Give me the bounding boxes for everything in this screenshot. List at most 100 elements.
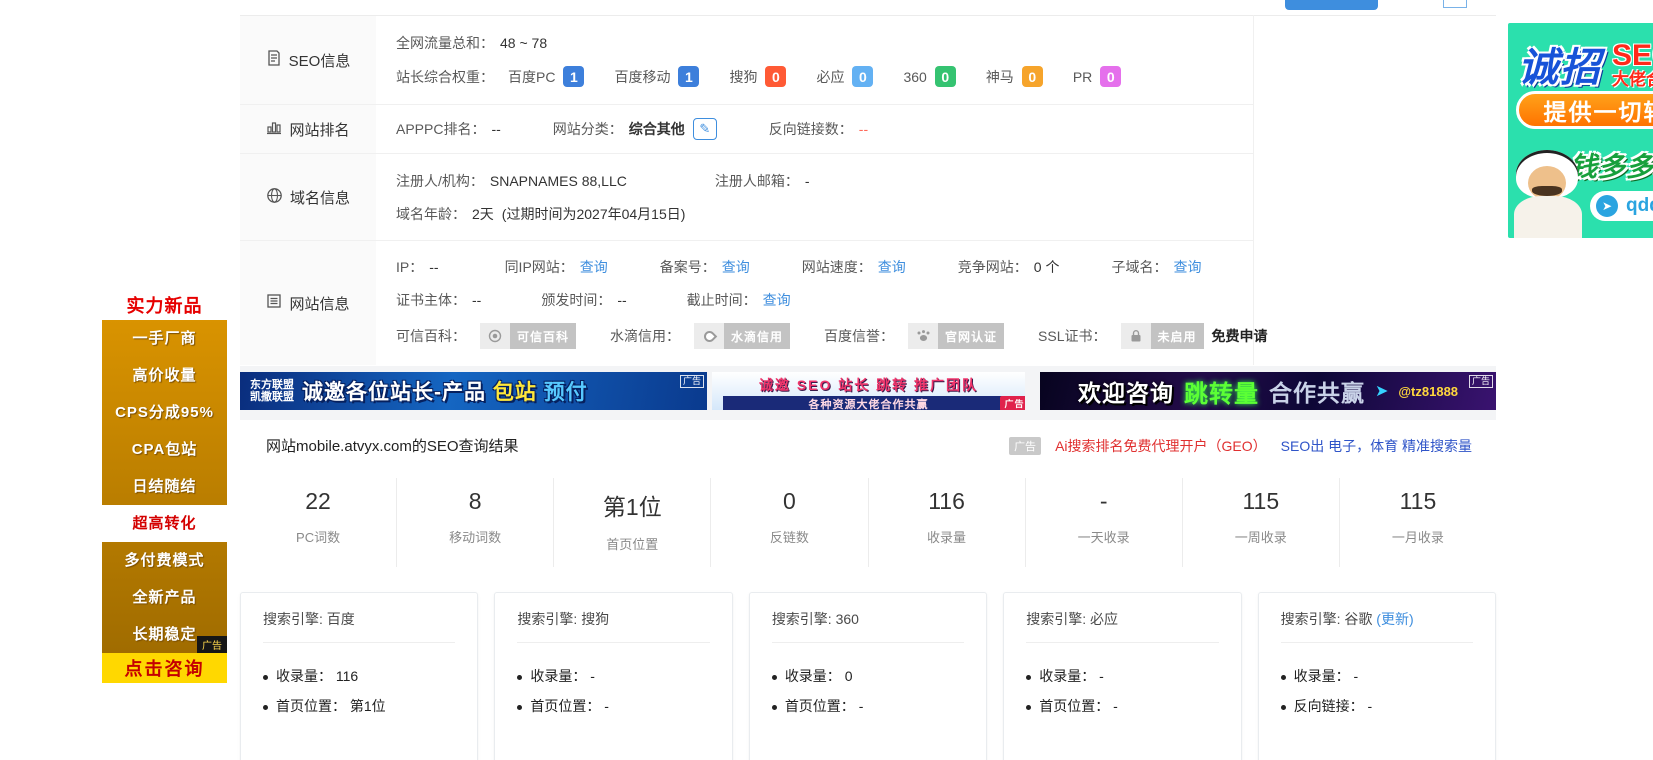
apppc-rank-label: APPPC排名： [396, 119, 485, 139]
site-rank-label: 网站排名 [240, 105, 376, 153]
weight-shenma[interactable]: 神马0 [986, 66, 1043, 87]
traffic-label: 全网流量总和： [396, 33, 494, 53]
stat-indexed: 116收录量 [868, 478, 1025, 567]
subdomain-query-link[interactable]: 查询 [1173, 257, 1201, 277]
sidebar-ad-cta[interactable]: 点击咨询 [102, 653, 227, 683]
cert-subject-label: 证书主体： [396, 290, 466, 310]
ssl-free-apply-link[interactable]: 免费申请 [1212, 326, 1268, 346]
same-ip-query-link[interactable]: 查询 [580, 257, 608, 277]
baike-badge[interactable]: 可信百科 [480, 323, 576, 349]
weight-pr[interactable]: PR0 [1073, 66, 1121, 87]
sidebar-ad-item[interactable]: CPA包站 [102, 431, 227, 468]
banner-main-text: 诚邀各位站长-产品 [302, 381, 486, 404]
inline-ad-link-red[interactable]: Ai搜索排名免费代理开户（GEO） [1055, 436, 1267, 456]
card-stat-row: 首页位置： - [1026, 691, 1218, 721]
sidebar-ad-item[interactable]: 全新产品 [102, 579, 227, 616]
weight-baidu-mobile[interactable]: 百度移动1 [614, 66, 699, 87]
water-drop-icon [694, 323, 724, 349]
update-link[interactable]: (更新) [1376, 611, 1413, 627]
registrant-email-label: 注册人邮箱： [715, 171, 799, 191]
engine-name: 搜狗 [581, 611, 609, 627]
category-label: 网站分类： [553, 119, 623, 139]
backlink-count-label: 反向链接数： [769, 119, 853, 139]
card-stat-row: 首页位置： - [772, 691, 964, 721]
weight-360[interactable]: 3600 [903, 66, 955, 87]
engine-name: 必应 [1090, 611, 1118, 627]
cutoff-blue-button[interactable] [1285, 0, 1378, 10]
banner-ad-seo-team[interactable]: 诚邀 SEO 站长 跳转 推广团队 各种资源大佬合作共赢 广告 [712, 372, 1025, 410]
sidebar-ad-item[interactable]: CPS分成95% [102, 394, 227, 431]
telegram-plane-icon: ➤ [1375, 381, 1388, 401]
sidebar-ad-item[interactable]: 多付费模式 [102, 542, 227, 579]
stats-row: 22PC词数 8移动词数 第1位首页位置 0反链数 116收录量 -一天收录 1… [240, 478, 1496, 567]
banner-alliance-name: 东方联盟 [250, 379, 294, 391]
paw-icon [908, 323, 938, 349]
seo-info-label: SEO信息 [240, 16, 376, 104]
speed-label: 网站速度： [802, 257, 872, 277]
ad-tag: 广告 [197, 636, 227, 653]
ssl-label: SSL证书： [1038, 326, 1106, 346]
globe-icon [266, 187, 283, 208]
row-label-text: 域名信息 [290, 187, 350, 208]
card-stat-row: 首页位置： - [517, 691, 709, 721]
water-credit-badge[interactable]: 水滴信用 [694, 323, 790, 349]
engine-card-google: 搜索引擎: 谷歌 (更新) 收录量： - 反向链接： - [1258, 592, 1496, 760]
icp-query-link[interactable]: 查询 [722, 257, 750, 277]
engine-card-baidu: 搜索引擎: 百度 收录量： 116 首页位置： 第1位 [240, 592, 478, 760]
ip-label: IP： [396, 257, 423, 277]
row-label-text: SEO信息 [289, 50, 351, 71]
ip-value: -- [429, 259, 438, 275]
telegram-contact-pill[interactable]: ➤ qdd76 1 [1590, 191, 1653, 221]
inline-ad-link-blue[interactable]: SEO出 电子，体育 精准搜索量 [1281, 436, 1472, 456]
apppc-rank-value: -- [491, 121, 500, 137]
weight-bing[interactable]: 必应0 [816, 66, 873, 87]
stat-indexed-month: 115一月收录 [1339, 478, 1496, 567]
site-info-label: 网站信息 [240, 241, 376, 365]
weight-baidu-pc[interactable]: 百度PC1 [508, 66, 584, 87]
engine-name: 百度 [327, 611, 355, 627]
baidu-reputation-label: 百度信誉： [824, 326, 894, 346]
cert-issue-value: -- [617, 292, 626, 308]
banner-main-text: 合作共赢 [1269, 374, 1365, 408]
sidebar-ad-item[interactable]: 日结随结 [102, 468, 227, 505]
ad-headline-sub: SEO [1612, 41, 1653, 71]
weight-sogou[interactable]: 搜狗0 [729, 66, 786, 87]
banner-main-text: 诚邀 SEO 站长 跳转 推广团队 [712, 375, 1025, 395]
engine-name: 360 [836, 611, 859, 627]
ssl-status-badge[interactable]: 未启用 [1121, 323, 1204, 349]
ad-pill-text: 提供一切辅助 [1516, 91, 1653, 129]
stat-indexed-day: -一天收录 [1025, 478, 1182, 567]
weight-label: 站长综合权重： [396, 67, 494, 87]
registrant-value: SNAPNAMES 88,LLC [490, 173, 627, 189]
form-list-icon [266, 293, 282, 313]
official-site-badge[interactable]: 官网认证 [908, 323, 1004, 349]
edit-category-icon[interactable]: ✎ [693, 118, 717, 140]
speed-query-link[interactable]: 查询 [878, 257, 906, 277]
ad-headline-sub: 大佬合作 [1612, 71, 1653, 88]
weight-badge: 0 [765, 66, 786, 87]
card-stat-row: 收录量： - [517, 661, 709, 691]
file-text-icon [266, 50, 282, 70]
row-domain-info: 域名信息 注册人/机构：SNAPNAMES 88,LLC 注册人邮箱：- 域名年… [240, 154, 1253, 241]
banner-ad-dongfang[interactable]: 东方联盟 凯撒联盟 诚邀各位站长-产品 包站 预付 广告 [240, 372, 707, 410]
results-title: 网站mobile.atvyx.com的SEO查询结果 [266, 435, 519, 456]
row-label-text: 网站信息 [289, 293, 349, 314]
cert-expire-query-link[interactable]: 查询 [763, 290, 791, 310]
sidebar-ad-item[interactable]: 高价收量 [102, 357, 227, 394]
sidebar-ad-item[interactable]: 一手厂商 [102, 320, 227, 357]
cutoff-bordered-box [1443, 0, 1467, 8]
right-ad-banner[interactable]: 广告 诚招 SEO 大佬合作 提供一切辅助 钱多多SEO ➤ qdd76 1 [1508, 23, 1653, 238]
telegram-icon: ➤ [1596, 195, 1618, 217]
cert-expire-label: 截止时间： [687, 290, 757, 310]
banner-ad-jump-traffic[interactable]: 欢迎咨询 跳转量 合作共赢 ➤ @tz81888 广告 [1040, 372, 1496, 410]
card-stat-row: 收录量： 0 [772, 661, 964, 691]
registrant-email-value: - [805, 173, 810, 189]
sidebar-ad-item-active[interactable]: 超高转化 [102, 505, 227, 542]
row-seo-info: SEO信息 全网流量总和： 48 ~ 78 站长综合权重： 百度PC1 百度移动… [240, 16, 1253, 105]
weight-badge: 1 [678, 66, 699, 87]
cert-issue-label: 颁发时间： [541, 290, 611, 310]
left-sidebar-ad[interactable]: 实力新品 一手厂商 高价收量 CPS分成95% CPA包站 日结随结 超高转化 … [102, 290, 227, 683]
engine-cards-row: 搜索引擎: 百度 收录量： 116 首页位置： 第1位 搜索引擎: 搜狗 收录量… [240, 592, 1496, 760]
domain-info-label: 域名信息 [240, 154, 376, 240]
weight-badge: 1 [563, 66, 584, 87]
